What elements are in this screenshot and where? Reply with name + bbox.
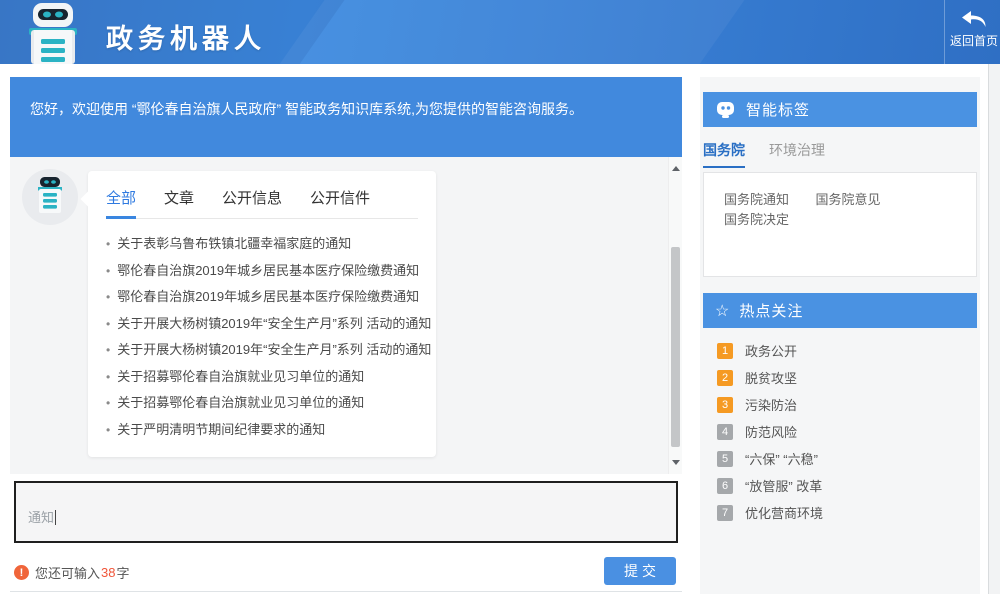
text-caret	[55, 510, 56, 525]
message-input-value: 通知	[28, 510, 54, 525]
star-icon: ☆	[715, 301, 729, 321]
notice-link[interactable]: 关于招募鄂伦春自治旗就业见习单位的通知	[106, 364, 418, 391]
hot-topics-header: ☆ 热点关注	[703, 293, 977, 328]
tab-public-info[interactable]: 公开信息	[222, 187, 282, 208]
notice-link[interactable]: 关于开展大杨树镇2019年“安全生产月”系列 活动的通知	[106, 337, 418, 364]
back-arrow-icon	[959, 8, 989, 30]
tag-box: 国务院通知 国务院意见 国务院决定	[703, 172, 977, 277]
tab-environment[interactable]: 环境治理	[769, 140, 825, 168]
bot-message-card: 全部 文章 公开信息 公开信件 关于表彰乌鲁布铁镇北疆幸福家庭的通知 鄂伦春自治…	[88, 171, 436, 457]
hot-topic-label: “放管服” 改革	[745, 476, 822, 495]
counter-suffix: 字	[116, 563, 129, 582]
robot-avatar-icon	[36, 177, 64, 215]
char-counter: ! 您还可输入 38 字	[14, 563, 130, 582]
scroll-up-icon[interactable]	[672, 166, 680, 171]
hot-topic-item[interactable]: 4 防范风险	[717, 418, 967, 445]
hot-topic-label: 优化营商环境	[745, 503, 823, 522]
counter-prefix: 您还可输入	[35, 563, 100, 582]
app-header: 政务机器人 返回首页	[0, 0, 1000, 64]
hot-topic-item[interactable]: 2 脱贫攻坚	[717, 364, 967, 391]
hot-topic-item[interactable]: 7 优化营商环境	[717, 499, 967, 526]
notice-link[interactable]: 关于表彰乌鲁布铁镇北疆幸福家庭的通知	[106, 231, 418, 258]
composer: 通知 ! 您还可输入 38 字 提交	[10, 474, 682, 592]
page-scrollbar[interactable]	[988, 64, 1000, 594]
scrollbar-thumb[interactable]	[671, 247, 680, 447]
hot-topic-label: 污染防治	[745, 395, 797, 414]
hot-topic-item[interactable]: 6 “放管服” 改革	[717, 472, 967, 499]
rank-badge: 4	[717, 424, 733, 440]
scroll-down-icon[interactable]	[672, 460, 680, 465]
notice-list: 关于表彰乌鲁布铁镇北疆幸福家庭的通知 鄂伦春自治旗2019年城乡居民基本医疗保险…	[106, 231, 418, 443]
header-decor	[254, 0, 765, 64]
submit-button[interactable]: 提交	[604, 557, 676, 585]
app-title: 政务机器人	[106, 17, 266, 56]
hot-topic-label: “六保” “六稳”	[745, 449, 818, 468]
tag-link[interactable]: 国务院通知	[724, 189, 789, 208]
warning-icon: !	[14, 565, 29, 580]
robot-head-icon	[715, 100, 736, 119]
notice-link[interactable]: 鄂伦春自治旗2019年城乡居民基本医疗保险缴费通知	[106, 284, 418, 311]
hot-topic-item[interactable]: 3 污染防治	[717, 391, 967, 418]
composer-footer: ! 您还可输入 38 字 提交	[14, 557, 678, 587]
rank-badge: 6	[717, 478, 733, 494]
back-home-label: 返回首页	[948, 32, 1000, 49]
back-home-button[interactable]: 返回首页	[948, 4, 1000, 62]
robot-logo-icon	[14, 2, 92, 64]
chat-region: 全部 文章 公开信息 公开信件 关于表彰乌鲁布铁镇北疆幸福家庭的通知 鄂伦春自治…	[10, 157, 682, 474]
tag-link[interactable]: 国务院意见	[815, 189, 880, 208]
welcome-message: 您好，欢迎使用 “鄂伦春自治旗人民政府” 智能政务知识库系统,为您提供的智能咨询…	[30, 101, 583, 117]
hot-topic-item[interactable]: 1 政务公开	[717, 337, 967, 364]
welcome-banner: 您好，欢迎使用 “鄂伦春自治旗人民政府” 智能政务知识库系统,为您提供的智能咨询…	[10, 77, 682, 157]
notice-link[interactable]: 鄂伦春自治旗2019年城乡居民基本医疗保险缴费通知	[106, 258, 418, 285]
rank-badge: 1	[717, 343, 733, 359]
speech-pointer	[81, 191, 98, 208]
smart-tags-header: 智能标签	[703, 92, 977, 127]
sidebar: 智能标签 国务院 环境治理 国务院通知 国务院意见 国务院决定 ☆ 热点关注 1…	[700, 77, 980, 594]
hot-topic-label: 防范风险	[745, 422, 797, 441]
bot-avatar	[22, 169, 78, 225]
screen: 政务机器人 返回首页 您好，欢迎使用 “鄂伦春自治旗人民政府” 智能政务知识库系…	[0, 0, 1000, 594]
tab-state-council[interactable]: 国务院	[703, 140, 745, 168]
smart-tags-title: 智能标签	[746, 99, 810, 120]
notice-link[interactable]: 关于严明清明节期间纪律要求的通知	[106, 417, 418, 444]
tag-link[interactable]: 国务院决定	[724, 209, 789, 228]
hot-topics-title: 热点关注	[739, 300, 803, 321]
rank-badge: 7	[717, 505, 733, 521]
rank-badge: 2	[717, 370, 733, 386]
rank-badge: 5	[717, 451, 733, 467]
tab-public-letters[interactable]: 公开信件	[310, 187, 370, 208]
tab-articles[interactable]: 文章	[164, 187, 194, 208]
hot-topic-label: 政务公开	[745, 341, 797, 360]
message-input[interactable]: 通知	[14, 481, 678, 543]
chat-scrollbar[interactable]	[668, 157, 682, 474]
hot-topics-list: 1 政务公开 2 脱贫攻坚 3 污染防治 4 防范风险 5 “六保” “六稳” …	[717, 337, 967, 526]
result-tabs: 全部 文章 公开信息 公开信件	[106, 187, 418, 219]
hot-topic-item[interactable]: 5 “六保” “六稳”	[717, 445, 967, 472]
notice-link[interactable]: 关于开展大杨树镇2019年“安全生产月”系列 活动的通知	[106, 311, 418, 338]
tab-all[interactable]: 全部	[106, 187, 136, 208]
rank-badge: 3	[717, 397, 733, 413]
smart-tags-tabs: 国务院 环境治理	[703, 140, 825, 168]
counter-number: 38	[101, 565, 115, 580]
hot-topic-label: 脱贫攻坚	[745, 368, 797, 387]
notice-link[interactable]: 关于招募鄂伦春自治旗就业见习单位的通知	[106, 390, 418, 417]
header-divider	[944, 0, 945, 64]
